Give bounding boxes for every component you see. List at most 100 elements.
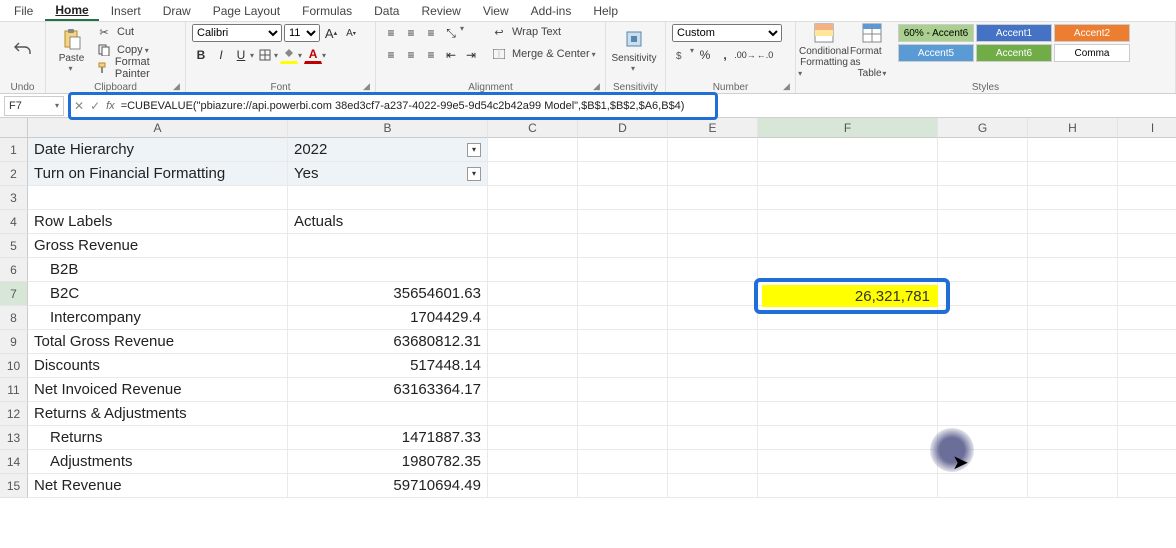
cell-I7[interactable] bbox=[1118, 282, 1176, 306]
cell-C12[interactable] bbox=[488, 402, 578, 426]
cell-F5[interactable] bbox=[758, 234, 938, 258]
cell-C7[interactable] bbox=[488, 282, 578, 306]
cell-C1[interactable] bbox=[488, 138, 578, 162]
style-cell[interactable]: 60% - Accent6 bbox=[898, 24, 974, 42]
wrap-text-button[interactable]: ↩Wrap Text bbox=[490, 24, 596, 40]
select-all-corner[interactable] bbox=[0, 118, 28, 138]
row-header-10[interactable]: 10 bbox=[0, 354, 28, 378]
column-header-E[interactable]: E bbox=[668, 118, 758, 138]
cell-D9[interactable] bbox=[578, 330, 668, 354]
cell-A12[interactable]: Returns & Adjustments bbox=[28, 402, 288, 426]
style-cell[interactable]: Accent5 bbox=[898, 44, 974, 62]
italic-button[interactable]: I bbox=[212, 46, 230, 64]
column-header-B[interactable]: B bbox=[288, 118, 488, 138]
cell-A5[interactable]: Gross Revenue bbox=[28, 234, 288, 258]
font-size-select[interactable]: 11 bbox=[284, 24, 320, 42]
cell-D11[interactable] bbox=[578, 378, 668, 402]
cell-B2[interactable]: Yes▾ bbox=[288, 162, 488, 186]
bold-button[interactable]: B bbox=[192, 46, 210, 64]
row-header-3[interactable]: 3 bbox=[0, 186, 28, 210]
merge-center-button[interactable]: Merge & Center▾ bbox=[490, 46, 596, 62]
menu-draw[interactable]: Draw bbox=[153, 2, 201, 20]
cell-G5[interactable] bbox=[938, 234, 1028, 258]
cell-G12[interactable] bbox=[938, 402, 1028, 426]
cell-F15[interactable] bbox=[758, 474, 938, 498]
cell-C5[interactable] bbox=[488, 234, 578, 258]
name-box[interactable]: F7▾ bbox=[4, 96, 64, 116]
cell-C4[interactable] bbox=[488, 210, 578, 234]
cell-E1[interactable] bbox=[668, 138, 758, 162]
row-header-11[interactable]: 11 bbox=[0, 378, 28, 402]
cell-B1[interactable]: 2022▾ bbox=[288, 138, 488, 162]
cell-A6[interactable]: B2B bbox=[28, 258, 288, 282]
cell-D3[interactable] bbox=[578, 186, 668, 210]
cell-C11[interactable] bbox=[488, 378, 578, 402]
menu-file[interactable]: File bbox=[4, 2, 43, 20]
cell-B11[interactable]: 63163364.17 bbox=[288, 378, 488, 402]
cell-D14[interactable] bbox=[578, 450, 668, 474]
cell-C3[interactable] bbox=[488, 186, 578, 210]
cell-F11[interactable] bbox=[758, 378, 938, 402]
cell-E14[interactable] bbox=[668, 450, 758, 474]
cell-A3[interactable] bbox=[28, 186, 288, 210]
cell-B8[interactable]: 1704429.4 bbox=[288, 306, 488, 330]
cell-D12[interactable] bbox=[578, 402, 668, 426]
sensitivity-button[interactable]: Sensitivity▾ bbox=[612, 24, 656, 76]
cell-F4[interactable] bbox=[758, 210, 938, 234]
align-left-button[interactable]: ≡ bbox=[382, 46, 400, 64]
cell-H2[interactable] bbox=[1028, 162, 1118, 186]
cell-B15[interactable]: 59710694.49 bbox=[288, 474, 488, 498]
cell-H11[interactable] bbox=[1028, 378, 1118, 402]
cell-G7[interactable] bbox=[938, 282, 1028, 306]
decrease-indent-button[interactable]: ⇤ bbox=[442, 46, 460, 64]
cell-I5[interactable] bbox=[1118, 234, 1176, 258]
menu-data[interactable]: Data bbox=[364, 2, 409, 20]
cell-I11[interactable] bbox=[1118, 378, 1176, 402]
row-header-1[interactable]: 1 bbox=[0, 138, 28, 162]
cell-I12[interactable] bbox=[1118, 402, 1176, 426]
cell-F3[interactable] bbox=[758, 186, 938, 210]
filter-handle-B1[interactable]: ▾ bbox=[467, 143, 481, 157]
cell-F13[interactable] bbox=[758, 426, 938, 450]
cell-E9[interactable] bbox=[668, 330, 758, 354]
cell-I4[interactable] bbox=[1118, 210, 1176, 234]
row-header-13[interactable]: 13 bbox=[0, 426, 28, 450]
accounting-button[interactable]: $ bbox=[672, 46, 690, 64]
cell-G11[interactable] bbox=[938, 378, 1028, 402]
cell-F12[interactable] bbox=[758, 402, 938, 426]
decrease-font-button[interactable]: A▾ bbox=[342, 24, 360, 42]
cell-F7-display[interactable]: 26,321,781 bbox=[762, 285, 938, 307]
row-header-8[interactable]: 8 bbox=[0, 306, 28, 330]
cell-H14[interactable] bbox=[1028, 450, 1118, 474]
cell-A8[interactable]: Intercompany bbox=[28, 306, 288, 330]
cell-C6[interactable] bbox=[488, 258, 578, 282]
fill-color-button[interactable] bbox=[280, 46, 298, 64]
font-color-button[interactable]: A bbox=[304, 46, 322, 64]
menu-formulas[interactable]: Formulas bbox=[292, 2, 362, 20]
cell-H4[interactable] bbox=[1028, 210, 1118, 234]
decrease-decimal-button[interactable]: ←.0 bbox=[756, 46, 774, 64]
cell-I10[interactable] bbox=[1118, 354, 1176, 378]
column-header-C[interactable]: C bbox=[488, 118, 578, 138]
cell-G13[interactable] bbox=[938, 426, 1028, 450]
cell-I15[interactable] bbox=[1118, 474, 1176, 498]
cell-C14[interactable] bbox=[488, 450, 578, 474]
column-header-I[interactable]: I bbox=[1118, 118, 1176, 138]
cell-F9[interactable] bbox=[758, 330, 938, 354]
formula-input[interactable]: =CUBEVALUE("pbiazure://api.powerbi.com 3… bbox=[121, 100, 685, 112]
cell-F6[interactable] bbox=[758, 258, 938, 282]
row-header-15[interactable]: 15 bbox=[0, 474, 28, 498]
undo-button[interactable] bbox=[6, 24, 39, 76]
cell-B12[interactable] bbox=[288, 402, 488, 426]
cell-C9[interactable] bbox=[488, 330, 578, 354]
row-header-6[interactable]: 6 bbox=[0, 258, 28, 282]
cell-A14[interactable]: Adjustments bbox=[28, 450, 288, 474]
format-painter-button[interactable]: Format Painter bbox=[95, 60, 179, 76]
format-as-table-button[interactable]: Format as Table ▾ bbox=[850, 24, 894, 76]
cell-B9[interactable]: 63680812.31 bbox=[288, 330, 488, 354]
increase-decimal-button[interactable]: .00→ bbox=[736, 46, 754, 64]
cell-H10[interactable] bbox=[1028, 354, 1118, 378]
font-name-select[interactable]: Calibri bbox=[192, 24, 282, 42]
align-center-button[interactable]: ≡ bbox=[402, 46, 420, 64]
fx-icon[interactable]: fx bbox=[106, 100, 115, 112]
